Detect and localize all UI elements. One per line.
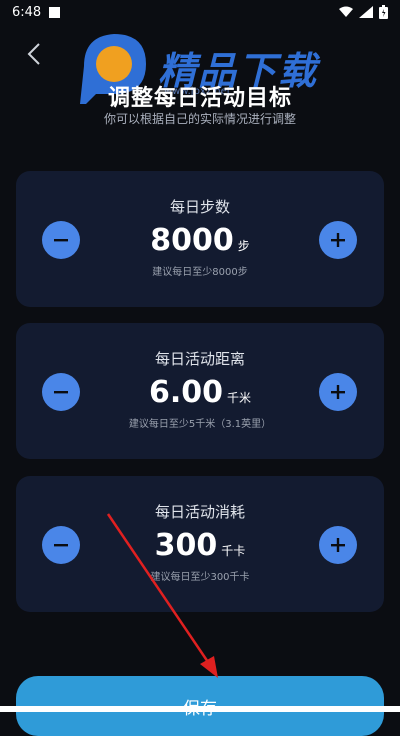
signal-icon bbox=[359, 6, 373, 18]
calories-unit: 千卡 bbox=[221, 544, 246, 558]
distance-unit: 千米 bbox=[227, 391, 252, 405]
plus-icon bbox=[331, 233, 345, 247]
battery-icon bbox=[379, 5, 388, 19]
annotation-arrowhead bbox=[200, 656, 218, 678]
plus-icon bbox=[331, 538, 345, 552]
status-right bbox=[339, 5, 388, 19]
distance-hint: 建议每日至少5千米（3.1英里） bbox=[128, 419, 272, 430]
steps-hint: 建议每日至少8000步 bbox=[152, 267, 248, 278]
page-subtitle: 你可以根据自己的实际情况进行调整 bbox=[103, 112, 296, 126]
status-bar: 6:48 bbox=[0, 0, 400, 24]
steps-value: 8000 bbox=[150, 223, 234, 258]
card-label: 每日步数 bbox=[169, 198, 230, 216]
calories-hint: 建议每日至少300千卡 bbox=[150, 572, 250, 583]
steps-unit: 步 bbox=[237, 239, 250, 253]
status-time: 6:48 bbox=[12, 4, 42, 20]
increase-calories-button[interactable] bbox=[319, 526, 357, 564]
increase-distance-button[interactable] bbox=[319, 373, 357, 411]
steps-goal-card: 每日步数 8000 步 建议每日至少8000步 bbox=[16, 171, 384, 307]
calories-goal-card: 每日活动消耗 300 千卡 建议每日至少300千卡 bbox=[16, 476, 384, 612]
wifi-icon bbox=[339, 6, 353, 17]
card-label: 每日活动距离 bbox=[154, 350, 245, 368]
increase-steps-button[interactable] bbox=[319, 221, 357, 259]
plus-icon bbox=[331, 385, 345, 399]
status-left: 6:48 bbox=[12, 4, 61, 20]
page-title: 调整每日活动目标 bbox=[107, 86, 292, 111]
notification-icon bbox=[49, 6, 61, 18]
chevron-left-icon bbox=[27, 43, 40, 65]
distance-goal-card: 每日活动距离 6.00 千米 建议每日至少5千米（3.1英里） bbox=[16, 323, 384, 459]
calories-value: 300 bbox=[154, 528, 218, 563]
distance-value: 6.00 bbox=[148, 375, 223, 410]
bottom-edge-bar bbox=[0, 706, 400, 712]
card-label: 每日活动消耗 bbox=[154, 503, 245, 521]
back-button[interactable] bbox=[22, 40, 46, 68]
